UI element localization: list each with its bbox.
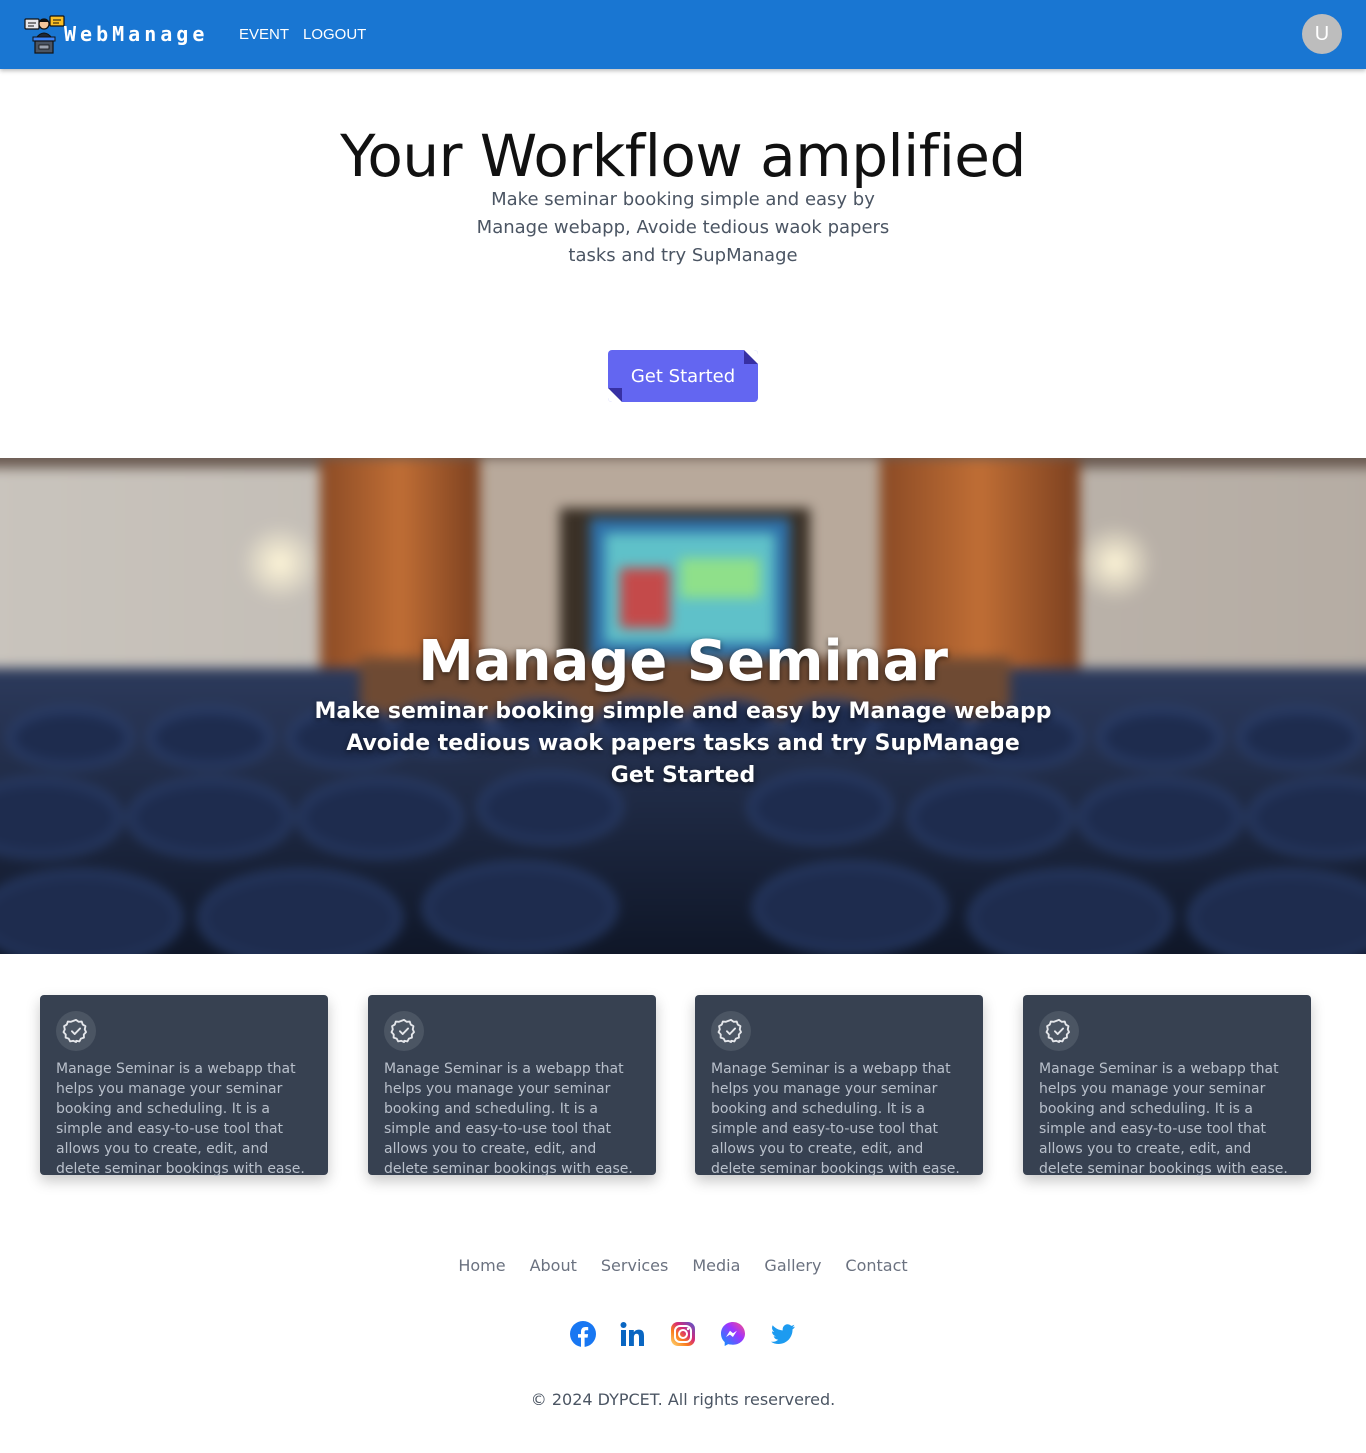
brand-name[interactable]: WebManage xyxy=(64,22,208,46)
hero-subtitle: Make seminar booking simple and easy by … xyxy=(476,189,890,266)
get-started-label: Get Started xyxy=(630,365,736,387)
feature-card: Manage Seminar is a webapp that helps yo… xyxy=(695,995,983,1177)
hero-title: Your Workflow amplified xyxy=(340,122,1026,190)
feature-card: Manage Seminar is a webapp that helps yo… xyxy=(1023,995,1311,1177)
messenger-icon[interactable] xyxy=(719,1320,747,1348)
linkedin-icon[interactable] xyxy=(619,1320,647,1348)
get-started-button[interactable]: Get Started xyxy=(608,350,758,402)
footer-link-gallery[interactable]: Gallery xyxy=(764,1256,821,1275)
banner-line-2: Avoide tedious waok papers tasks and try… xyxy=(346,731,1020,756)
navbar: WebManage EVENT LOGOUT U xyxy=(0,0,1366,69)
verified-badge-icon xyxy=(56,1011,96,1051)
presenter-logo-icon[interactable] xyxy=(23,14,65,54)
nav-event-link[interactable]: EVENT xyxy=(239,26,289,43)
facebook-icon[interactable] xyxy=(569,1320,597,1348)
card-description: Manage Seminar is a webapp that helps yo… xyxy=(711,1061,960,1177)
instagram-icon[interactable] xyxy=(669,1320,697,1348)
card-description: Manage Seminar is a webapp that helps yo… xyxy=(1039,1061,1288,1177)
footer-link-services[interactable]: Services xyxy=(601,1256,668,1275)
social-links xyxy=(0,1320,1366,1348)
footer-link-about[interactable]: About xyxy=(530,1256,577,1275)
banner-line-1: Make seminar booking simple and easy by … xyxy=(314,699,1052,724)
verified-badge-icon xyxy=(1039,1011,1079,1051)
copyright-text: © 2024 DYPCET. All rights reservered. xyxy=(530,1390,836,1409)
footer-link-contact[interactable]: Contact xyxy=(845,1256,907,1275)
user-avatar[interactable]: U xyxy=(1302,14,1342,54)
seminar-banner: Manage Seminar Make seminar booking simp… xyxy=(0,458,1366,954)
verified-badge-icon xyxy=(384,1011,424,1051)
feature-card: Manage Seminar is a webapp that helps yo… xyxy=(368,995,656,1177)
footer-nav: Home About Services Media Gallery Contac… xyxy=(0,1256,1366,1275)
feature-card: Manage Seminar is a webapp that helps yo… xyxy=(40,995,328,1177)
corner-fold-decoration xyxy=(608,388,622,402)
banner-title: Manage Seminar xyxy=(418,629,948,694)
nav-logout-link[interactable]: LOGOUT xyxy=(303,26,366,43)
banner-get-started-link[interactable]: Get Started xyxy=(0,760,1366,792)
card-description: Manage Seminar is a webapp that helps yo… xyxy=(384,1061,633,1177)
banner-text: Manage Seminar Make seminar booking simp… xyxy=(0,628,1366,792)
footer-link-media[interactable]: Media xyxy=(692,1256,740,1275)
twitter-icon[interactable] xyxy=(769,1320,797,1348)
card-description: Manage Seminar is a webapp that helps yo… xyxy=(56,1061,305,1177)
corner-fold-decoration xyxy=(744,350,758,364)
verified-badge-icon xyxy=(711,1011,751,1051)
footer-link-home[interactable]: Home xyxy=(458,1256,505,1275)
